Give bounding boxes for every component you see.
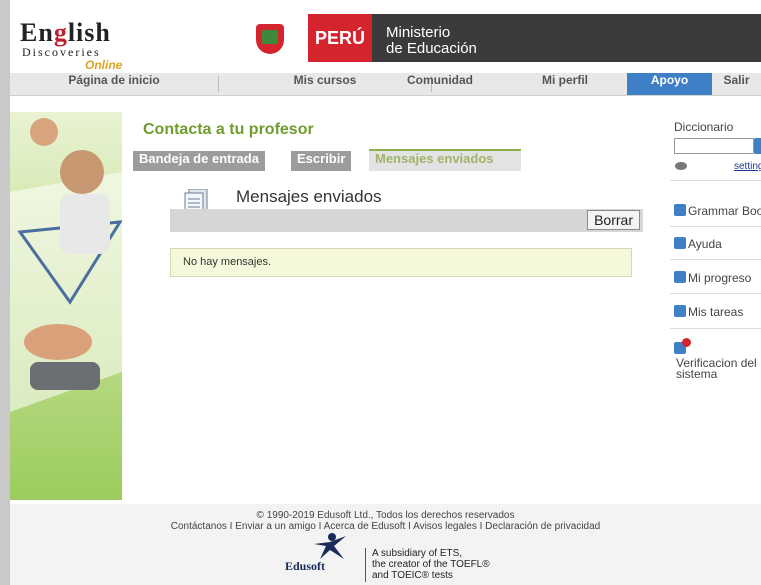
nav-my-profile[interactable]: Mi perfil (510, 73, 620, 95)
main-nav: Página de inicio Mis cursos Comunidad Mi… (10, 73, 761, 96)
tab-inbox[interactable]: Bandeja de entrada (133, 151, 265, 171)
empty-message: No hay mensajes. (183, 256, 272, 268)
sidebar-divider (670, 293, 761, 294)
speaker-icon[interactable] (674, 160, 688, 172)
ministerio-line2: de Educación (386, 40, 477, 57)
page-title: Contacta a tu profesor (143, 121, 314, 138)
panel-toolbar: Borrar (170, 209, 643, 232)
footer-divider (365, 548, 366, 582)
sidebar-item-grammar-book[interactable]: Grammar Book (688, 204, 761, 218)
panel-title: Mensajes enviados (236, 187, 382, 206)
dictionary-input[interactable] (674, 138, 754, 154)
grammar-book-icon (674, 204, 686, 216)
decorative-student-image (10, 112, 122, 500)
english-discoveries-logo[interactable]: English Discoveries Online (10, 12, 172, 74)
alert-icon (682, 338, 691, 347)
logo-wordmark: English (20, 18, 111, 47)
sidebar-item-system-check[interactable]: Verificacion del sistema (676, 357, 761, 380)
sidebar-divider (670, 226, 761, 227)
edusoft-brand: Edusoft (285, 559, 326, 573)
right-sidebar: Diccionario settings Grammar Book Ayuda … (670, 112, 761, 402)
edusoft-logo-icon (314, 533, 346, 559)
ministerio-line1: Ministerio (386, 24, 451, 41)
progress-icon (674, 271, 686, 283)
delete-button[interactable]: Borrar (587, 210, 640, 230)
sidebar-item-tasks[interactable]: Mis tareas (688, 305, 743, 319)
peru-brand: PERÚ (212, 14, 372, 62)
tab-sent-messages[interactable]: Mensajes enviados (369, 149, 521, 171)
sidebar-item-help[interactable]: Ayuda (688, 237, 722, 251)
coat-of-arms-icon (248, 16, 292, 60)
logo-online: Online (85, 58, 123, 72)
subsidiary-text: A subsidiary of ETS, the creator of the … (372, 548, 490, 581)
messages-list: No hay mensajes. (170, 248, 632, 277)
sidebar-divider (670, 328, 761, 329)
help-icon (674, 237, 686, 249)
dictionary-search-button[interactable] (754, 138, 761, 154)
footer-links[interactable]: Contáctanos I Enviar a un amigo I Acerca… (10, 521, 761, 532)
left-border-strip (0, 0, 10, 585)
footer: © 1990-2019 Edusoft Ltd., Todos los dere… (10, 504, 761, 585)
tasks-icon (674, 305, 686, 317)
copyright-text: © 1990-2019 Edusoft Ltd., Todos los dere… (256, 510, 515, 521)
nav-home[interactable]: Página de inicio (10, 73, 218, 95)
dictionary-label: Diccionario (674, 120, 734, 134)
ministerio-banner: Ministerio de Educación (372, 14, 761, 62)
sidebar-divider (670, 259, 761, 260)
settings-link[interactable]: settings (734, 161, 761, 172)
peru-label: PERÚ (308, 14, 372, 62)
tab-compose[interactable]: Escribir (291, 151, 352, 171)
nav-support[interactable]: Apoyo (627, 73, 712, 95)
sidebar-item-progress[interactable]: Mi progreso (688, 271, 751, 285)
sidebar-divider (670, 180, 761, 181)
nav-logout[interactable]: Salir (712, 73, 761, 95)
